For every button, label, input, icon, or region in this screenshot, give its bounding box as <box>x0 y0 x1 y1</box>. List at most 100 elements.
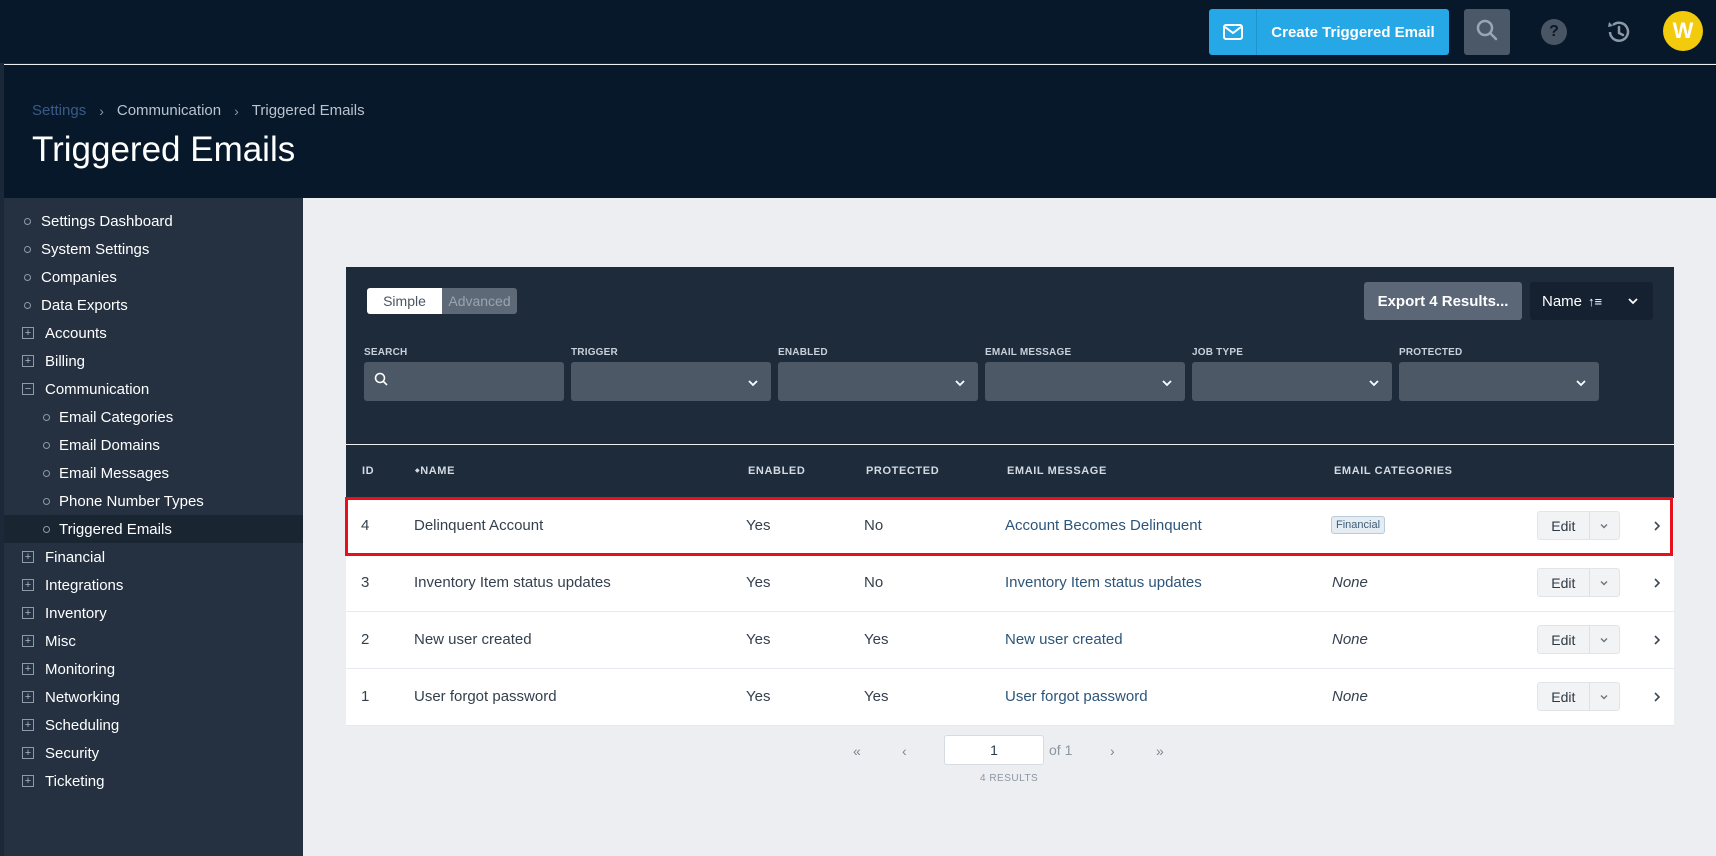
last-page-button[interactable]: » <box>1156 743 1164 759</box>
search-button[interactable] <box>1464 9 1510 55</box>
sidebar-item-monitoring[interactable]: + Monitoring <box>4 655 303 683</box>
edit-button[interactable]: Edit <box>1538 569 1590 596</box>
page-number-input[interactable] <box>944 735 1044 765</box>
page-title: Triggered Emails <box>32 130 296 169</box>
email-message-filter-label: EMAIL MESSAGE <box>985 347 1072 358</box>
sidebar-item-accounts[interactable]: + Accounts <box>4 319 303 347</box>
chevron-down-icon[interactable] <box>1590 569 1619 596</box>
sidebar-item-label: Companies <box>41 268 117 286</box>
edit-button[interactable]: Edit <box>1538 512 1590 539</box>
enabled-filter-select[interactable] <box>778 362 978 401</box>
job-type-filter-select[interactable] <box>1192 362 1392 401</box>
table-header: ID ◆NAME ENABLED PROTECTED EMAIL MESSAGE… <box>346 445 1674 498</box>
cell-email-message-link[interactable]: User forgot password <box>1005 688 1148 705</box>
sidebar-item-inventory[interactable]: + Inventory <box>4 599 303 627</box>
column-header-name[interactable]: ◆NAME <box>415 465 455 477</box>
sidebar-item-financial[interactable]: + Financial <box>4 543 303 571</box>
column-header-id[interactable]: ID <box>362 465 374 477</box>
sidebar-item-label: Monitoring <box>45 660 116 678</box>
column-header-enabled[interactable]: ENABLED <box>748 465 805 477</box>
next-page-button[interactable]: › <box>1110 743 1115 759</box>
bullet-icon <box>24 273 31 281</box>
sidebar-item-label: Data Exports <box>41 296 128 314</box>
sidebar-item-label: Security <box>45 744 100 762</box>
simple-toggle-option[interactable]: Simple <box>367 288 442 314</box>
sidebar-item-billing[interactable]: + Billing <box>4 347 303 375</box>
breadcrumb-settings[interactable]: Settings <box>32 102 86 119</box>
create-triggered-email-button[interactable]: Create Triggered Email <box>1209 9 1449 55</box>
sidebar-item-integrations[interactable]: + Integrations <box>4 571 303 599</box>
sidebar-item-email-messages[interactable]: Email Messages <box>4 459 303 487</box>
chevron-down-icon[interactable] <box>1590 683 1619 710</box>
column-header-email-message[interactable]: EMAIL MESSAGE <box>1007 465 1107 477</box>
chevron-right-icon[interactable] <box>1652 633 1662 651</box>
help-icon[interactable]: ? <box>1541 19 1567 45</box>
cell-name: New user created <box>414 631 532 648</box>
cell-email-message-link[interactable]: New user created <box>1005 631 1123 648</box>
sidebar-item-label: Inventory <box>45 604 107 622</box>
sort-select[interactable]: Name ↑≡ <box>1530 282 1653 320</box>
sidebar-item-label: Accounts <box>45 324 107 342</box>
sidebar-item-scheduling[interactable]: + Scheduling <box>4 711 303 739</box>
sidebar-item-label: Ticketing <box>45 772 105 790</box>
chevron-down-icon <box>1368 376 1380 394</box>
cell-id: 3 <box>361 574 370 591</box>
breadcrumb-separator: › <box>234 102 239 119</box>
sidebar-item-triggered-emails[interactable]: Triggered Emails <box>4 515 303 543</box>
sidebar-item-security[interactable]: + Security <box>4 739 303 767</box>
sidebar-item-companies[interactable]: Companies <box>4 263 303 291</box>
trigger-filter-select[interactable] <box>571 362 771 401</box>
edit-button-group: Edit <box>1537 682 1620 711</box>
sidebar-item-email-domains[interactable]: Email Domains <box>4 431 303 459</box>
protected-filter-select[interactable] <box>1399 362 1599 401</box>
cell-email-message-link[interactable]: Account Becomes Delinquent <box>1005 517 1202 534</box>
chevron-right-icon[interactable] <box>1652 690 1662 708</box>
column-header-email-categories[interactable]: EMAIL CATEGORIES <box>1334 465 1453 477</box>
mail-icon <box>1209 9 1257 55</box>
first-page-button[interactable]: « <box>853 743 861 759</box>
edit-button[interactable]: Edit <box>1538 683 1590 710</box>
expand-icon: + <box>22 635 34 647</box>
search-filter-input[interactable] <box>364 362 564 401</box>
search-filter-label: SEARCH <box>364 347 408 358</box>
sidebar-item-ticketing[interactable]: + Ticketing <box>4 767 303 795</box>
cell-enabled: Yes <box>746 688 771 705</box>
sidebar-item-email-categories[interactable]: Email Categories <box>4 403 303 431</box>
sidebar-item-system-settings[interactable]: System Settings <box>4 235 303 263</box>
sidebar-item-misc[interactable]: + Misc <box>4 627 303 655</box>
sidebar-item-communication[interactable]: − Communication <box>4 375 303 403</box>
breadcrumb-communication[interactable]: Communication <box>117 102 221 119</box>
sidebar-item-settings-dashboard[interactable]: Settings Dashboard <box>4 207 303 235</box>
chevron-down-icon[interactable] <box>1590 512 1619 539</box>
table-row[interactable]: 1 User forgot password Yes Yes User forgot p… <box>346 669 1674 726</box>
chevron-right-icon[interactable] <box>1652 519 1662 537</box>
cell-protected: Yes <box>864 688 889 705</box>
column-header-protected[interactable]: PROTECTED <box>866 465 939 477</box>
search-icon <box>1476 19 1498 46</box>
edit-button[interactable]: Edit <box>1538 626 1590 653</box>
search-icon <box>374 372 388 391</box>
chevron-down-icon[interactable] <box>1590 626 1619 653</box>
sidebar-item-data-exports[interactable]: Data Exports <box>4 291 303 319</box>
email-message-filter-select[interactable] <box>985 362 1185 401</box>
sidebar-item-label: Communication <box>45 380 150 398</box>
table-row[interactable]: 4 Delinquent Account Yes No Account Becomes … <box>346 498 1674 555</box>
sidebar-item-phone-number-types[interactable]: Phone Number Types <box>4 487 303 515</box>
chevron-right-icon[interactable] <box>1652 576 1662 594</box>
expand-icon: + <box>22 775 34 787</box>
sidebar-item-networking[interactable]: + Networking <box>4 683 303 711</box>
bullet-icon <box>43 413 50 421</box>
expand-icon: + <box>22 691 34 703</box>
bullet-icon <box>43 441 50 449</box>
avatar[interactable]: W <box>1663 11 1703 51</box>
prev-page-button[interactable]: ‹ <box>902 743 907 759</box>
chevron-down-icon <box>954 376 966 394</box>
history-icon[interactable] <box>1604 17 1634 47</box>
table-row[interactable]: 2 New user created Yes Yes New user created N… <box>346 612 1674 669</box>
cell-email-message-link[interactable]: Inventory Item status updates <box>1005 574 1202 591</box>
job-type-filter-label: JOB TYPE <box>1192 347 1244 358</box>
table-row[interactable]: 3 Inventory Item status updates Yes No Inven… <box>346 555 1674 612</box>
export-results-button[interactable]: Export 4 Results... <box>1364 282 1522 320</box>
expand-icon: + <box>22 355 34 367</box>
advanced-toggle-option[interactable]: Advanced <box>442 288 517 314</box>
